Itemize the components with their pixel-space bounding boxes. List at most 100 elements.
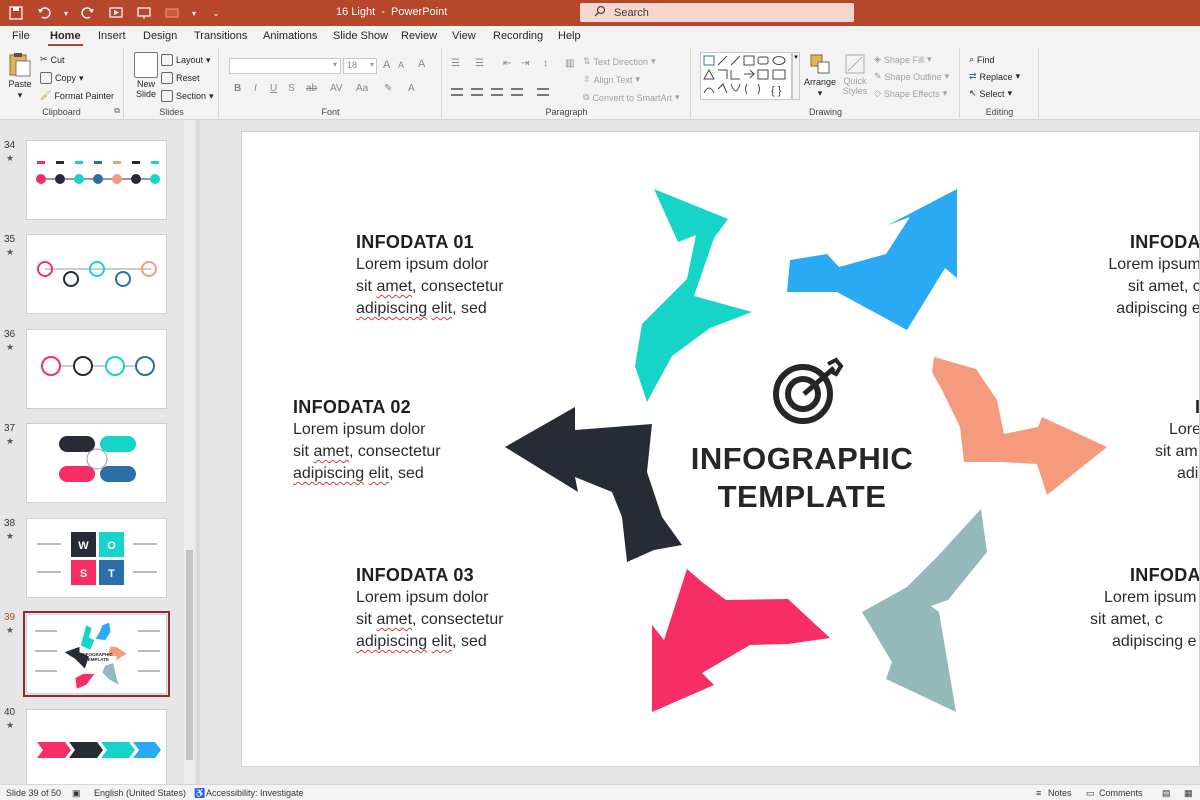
- font-size-combo[interactable]: 18 ▾: [343, 58, 377, 74]
- tab-slide-show[interactable]: Slide Show: [333, 30, 388, 42]
- quick-styles-button[interactable]: Quick Styles: [840, 52, 870, 96]
- character-spacing-icon[interactable]: AV: [330, 83, 343, 94]
- shape-outline-button[interactable]: ✎ Shape Outline ▾: [874, 71, 949, 82]
- arrow-teal[interactable]: [635, 189, 752, 402]
- text-direction-button[interactable]: ⇅ Text Direction ▾: [583, 56, 656, 67]
- font-name-combo[interactable]: ▾: [229, 58, 341, 74]
- tab-home[interactable]: Home: [48, 30, 83, 47]
- bullets-icon[interactable]: ☰: [451, 58, 460, 69]
- decrease-indent-icon[interactable]: ⇤: [503, 58, 511, 69]
- tab-view[interactable]: View: [452, 30, 476, 42]
- tab-animations[interactable]: Animations: [263, 30, 317, 42]
- tab-transitions[interactable]: Transitions: [194, 30, 247, 42]
- new-slide-button[interactable]: New Slide: [131, 52, 161, 99]
- arrow-pink[interactable]: [652, 569, 830, 712]
- arrow-salmon[interactable]: [932, 357, 1107, 495]
- shapes-more-icon[interactable]: ▾: [792, 52, 800, 100]
- panel-splitter[interactable]: [196, 120, 200, 784]
- redo-icon[interactable]: [78, 3, 98, 23]
- shapes-gallery[interactable]: { }: [700, 52, 792, 100]
- find-button[interactable]: ⌕ Find: [969, 54, 995, 65]
- panel-scrollbar-thumb[interactable]: [186, 550, 193, 760]
- paste-button[interactable]: Paste ▾: [8, 52, 32, 101]
- increase-indent-icon[interactable]: ⇥: [521, 58, 529, 69]
- slide-thumbnail[interactable]: [26, 329, 167, 409]
- tab-file[interactable]: File: [12, 30, 30, 42]
- infodata-block-02[interactable]: INFODATA 02 Lorem ipsum dolor sit amet, …: [293, 397, 441, 484]
- italic-icon[interactable]: I: [254, 83, 257, 94]
- start-from-beginning-icon[interactable]: [106, 3, 126, 23]
- section-button[interactable]: Section ▾: [161, 90, 214, 102]
- notes-button[interactable]: Notes: [1048, 788, 1072, 798]
- replace-button[interactable]: ⇄ Replace ▾: [969, 71, 1020, 82]
- accessibility-icon: ♿: [194, 788, 206, 798]
- tab-recording[interactable]: Recording: [493, 30, 543, 42]
- slide-thumbnail-selected[interactable]: INFOGRAPHIC TEMPLATE: [23, 611, 170, 697]
- slide-sorter-icon[interactable]: ▦: [1184, 788, 1193, 799]
- tab-help[interactable]: Help: [558, 30, 581, 42]
- tab-insert[interactable]: Insert: [98, 30, 126, 42]
- strikethrough-icon[interactable]: ab: [306, 83, 317, 94]
- distribute-icon[interactable]: [537, 88, 549, 96]
- justify-icon[interactable]: [511, 88, 523, 96]
- tab-design[interactable]: Design: [143, 30, 177, 42]
- arrange-button[interactable]: Arrange ▾: [804, 52, 836, 99]
- chevron-down-icon[interactable]: ▾: [190, 3, 198, 23]
- change-case-icon[interactable]: Aa: [356, 83, 368, 94]
- highlight-icon[interactable]: ✎: [384, 83, 392, 94]
- thumb-number: 37: [4, 423, 16, 434]
- infodata-block-03[interactable]: INFODATA 03 Lorem ipsum dolor sit amet, …: [356, 565, 504, 652]
- normal-view-icon[interactable]: ▤: [1162, 788, 1171, 799]
- slide-thumbnail[interactable]: [26, 709, 167, 784]
- customize-toolbar-icon[interactable]: ⌄: [206, 3, 226, 23]
- slide-thumbnail[interactable]: W O S T: [26, 518, 167, 598]
- align-text-button[interactable]: ⇳ Align Text ▾: [583, 74, 640, 85]
- cut-button[interactable]: ✂ Cut: [40, 54, 65, 65]
- clear-formatting-icon[interactable]: A: [418, 58, 425, 70]
- arrow-blue[interactable]: [787, 189, 957, 330]
- align-center-icon[interactable]: [471, 88, 483, 96]
- infodata-block-01[interactable]: INFODATA 01 Lorem ipsum dolor sit amet, …: [356, 232, 504, 319]
- slide-canvas[interactable]: INFOGRAPHIC TEMPLATE INFODATA 01 Lorem i…: [241, 131, 1200, 767]
- arrow-dark[interactable]: [505, 407, 682, 562]
- slide-thumbnail[interactable]: [26, 423, 167, 503]
- save-icon[interactable]: [6, 3, 26, 23]
- underline-icon[interactable]: U: [270, 83, 277, 94]
- arrow-grey-teal[interactable]: [862, 509, 987, 712]
- present-icon[interactable]: [134, 3, 154, 23]
- undo-icon[interactable]: [34, 3, 54, 23]
- select-button[interactable]: ↖ Select ▾: [969, 88, 1012, 99]
- reset-button[interactable]: Reset: [161, 72, 200, 84]
- shadow-icon[interactable]: S: [288, 83, 295, 94]
- layout-button[interactable]: Layout ▾: [161, 54, 211, 66]
- infodata-block-06[interactable]: INFODA Lorem ipsum sit amet, c adipiscin…: [1090, 565, 1199, 652]
- shape-fill-button[interactable]: ◈ Shape Fill ▾: [874, 54, 931, 65]
- format-painter-button[interactable]: 🖌 Format Painter: [40, 90, 114, 101]
- slide-thumbnail[interactable]: [26, 140, 167, 220]
- align-left-icon[interactable]: [451, 88, 463, 96]
- convert-smartart-button[interactable]: ⧉ Convert to SmartArt ▾: [583, 92, 680, 103]
- copy-button[interactable]: Copy ▾: [40, 72, 84, 84]
- spelling-icon[interactable]: ▣: [72, 788, 81, 799]
- infodata-block-04[interactable]: INFODA Lorem ipsum sit amet, c adipiscin…: [1108, 232, 1199, 319]
- align-right-icon[interactable]: [491, 88, 503, 96]
- numbering-icon[interactable]: ☰: [475, 58, 484, 69]
- decrease-font-icon[interactable]: A: [398, 60, 404, 70]
- shape-color-icon[interactable]: [162, 3, 182, 23]
- shape-effects-button[interactable]: ◇ Shape Effects ▾: [874, 88, 947, 99]
- chevron-down-icon[interactable]: ▾: [62, 3, 70, 23]
- search-box[interactable]: Search: [580, 3, 854, 22]
- increase-font-icon[interactable]: A: [383, 59, 390, 71]
- bold-icon[interactable]: B: [234, 83, 241, 94]
- accessibility-status[interactable]: Accessibility: Investigate: [206, 788, 304, 798]
- infodata-block-05[interactable]: I Lore sit am adi: [1155, 397, 1199, 484]
- font-color-icon[interactable]: A: [408, 83, 415, 94]
- dialog-launcher-icon[interactable]: ⧉: [114, 106, 120, 116]
- infodata-line: sit amet, consectetur: [356, 278, 504, 295]
- slide-thumbnail[interactable]: [26, 234, 167, 314]
- line-spacing-icon[interactable]: ↕: [543, 58, 548, 69]
- comments-button[interactable]: Comments: [1099, 788, 1143, 798]
- tab-review[interactable]: Review: [401, 30, 437, 42]
- columns-icon[interactable]: ▥: [565, 58, 574, 69]
- language-indicator[interactable]: English (United States): [94, 788, 186, 798]
